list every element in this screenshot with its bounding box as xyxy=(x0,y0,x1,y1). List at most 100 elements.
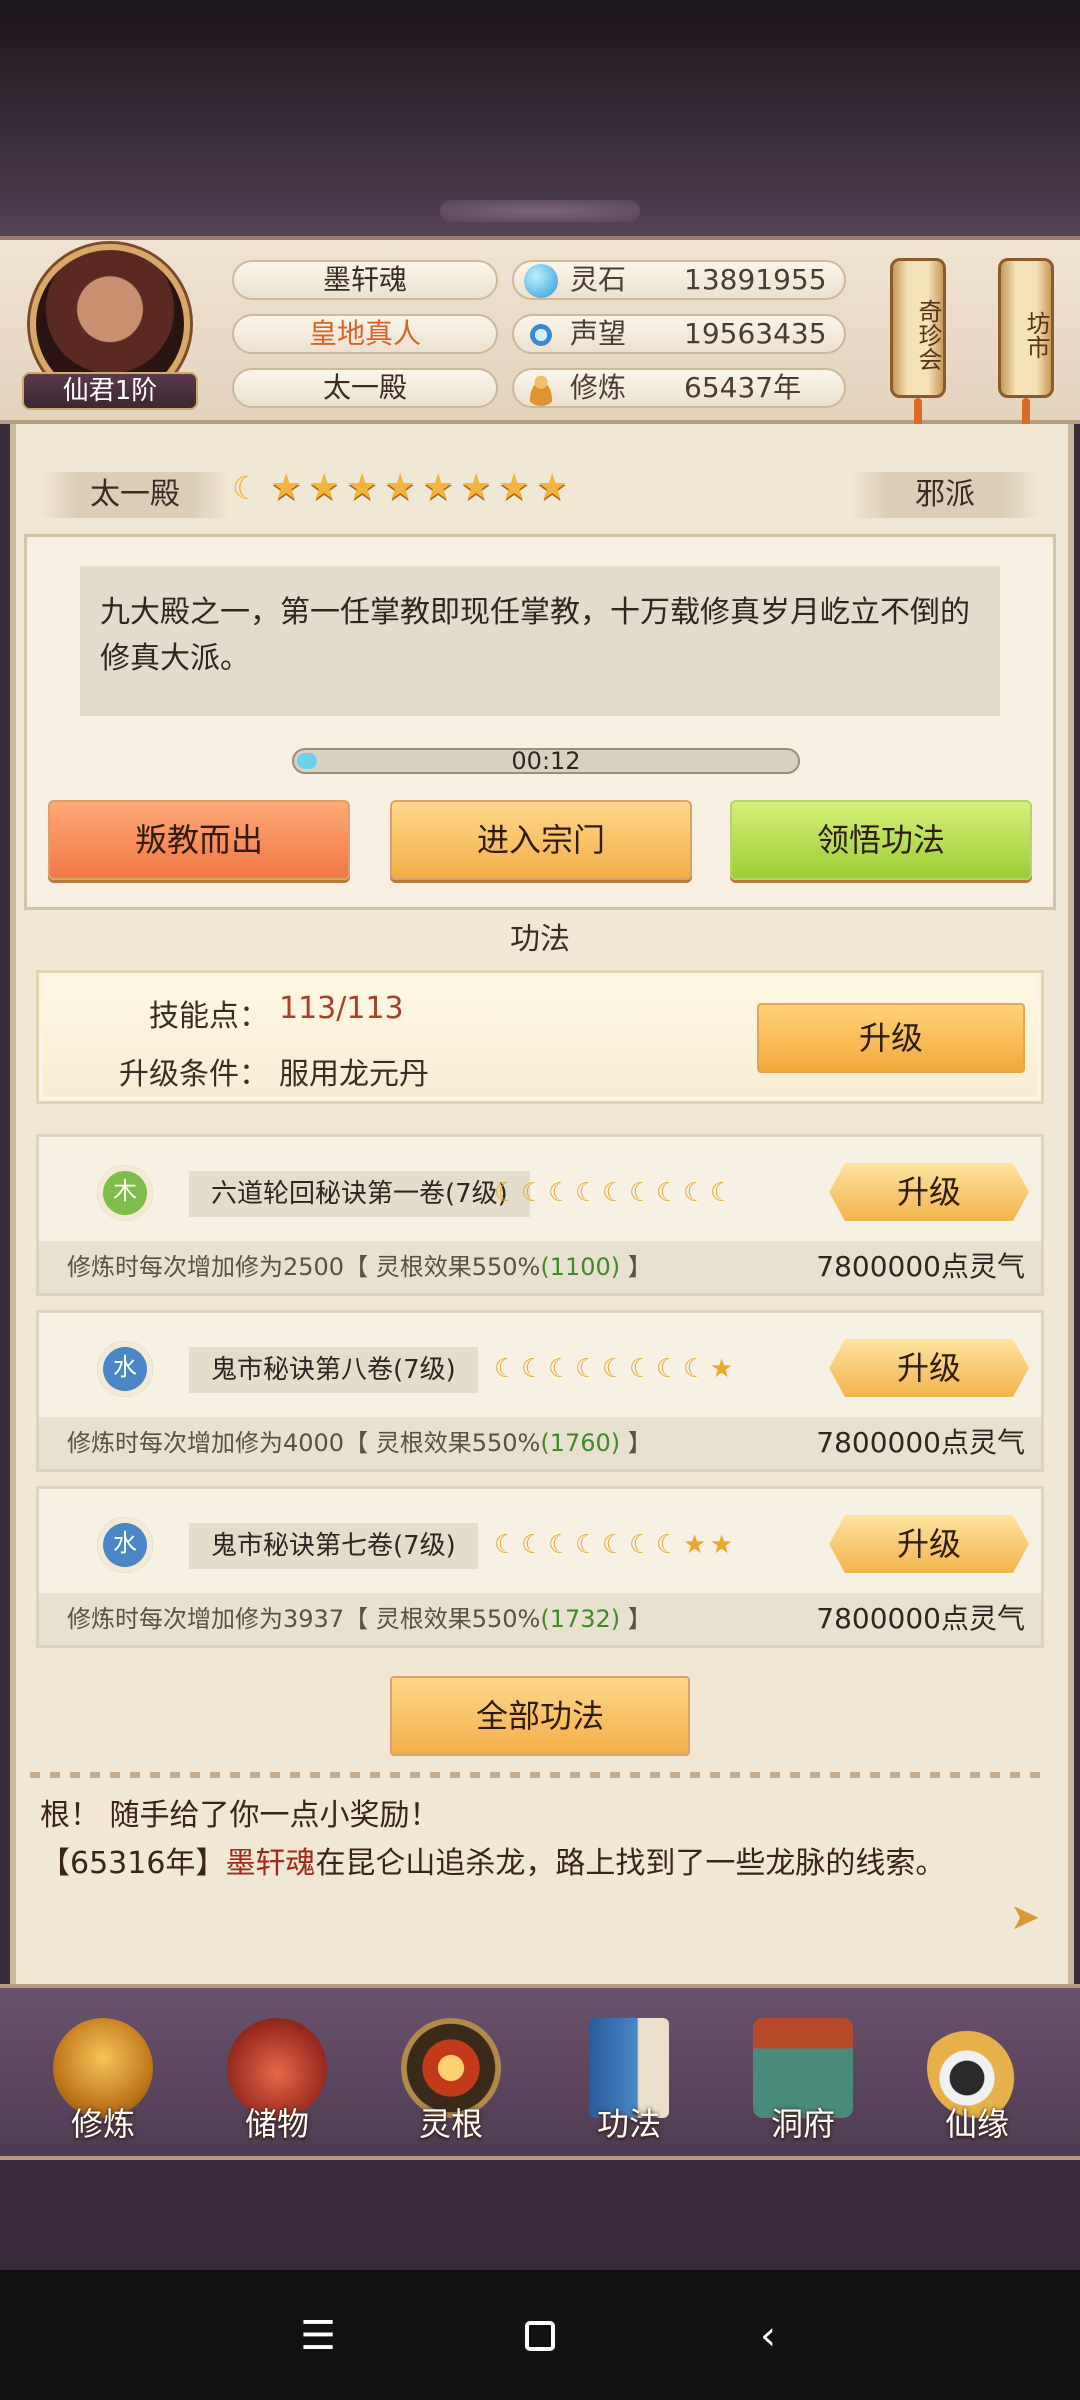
skill-rating: ☾ ☾ ☾ ☾ ☾ ☾ ☾ ★ ★ xyxy=(494,1525,737,1565)
moon-icon: ☾ xyxy=(521,1354,545,1384)
skill-upgrade-button[interactable]: 升级 xyxy=(829,1339,1029,1397)
effect-text: 修炼时每次增加修为3937【 灵根效果550% xyxy=(67,1605,541,1633)
nav-spirit-root[interactable]: 灵根 xyxy=(376,2000,526,2150)
moon-icon: ☾ xyxy=(656,1354,680,1384)
cultivation-stat: 修炼 65437年 xyxy=(512,368,846,408)
star-icon: ★ xyxy=(498,467,531,508)
moon-icon: ☾ xyxy=(602,1530,626,1560)
cultivation-icon xyxy=(524,372,558,406)
skill-points-label: 技能点： xyxy=(149,999,269,1034)
moon-icon: ☾ xyxy=(494,1178,518,1208)
skills-section-title: 功法 xyxy=(510,922,570,957)
skill-name: 六道轮回秘诀第一卷(7级) xyxy=(189,1171,530,1217)
effect-suffix: 】 xyxy=(620,1605,652,1633)
moon-icon: ☾ xyxy=(521,1530,545,1560)
player-title: 皇地真人 xyxy=(232,314,498,354)
moon-icon: ☾ xyxy=(575,1530,599,1560)
star-icon: ★ xyxy=(422,467,455,508)
destiny-icon xyxy=(927,2018,1027,2118)
skill-effect: 修炼时每次增加修为4000【 灵根效果550%(1760) 】 xyxy=(67,1417,652,1469)
player-name: 墨轩魂 xyxy=(232,260,498,300)
effect-suffix: 】 xyxy=(620,1429,652,1457)
bazaar-button[interactable]: 坊市 xyxy=(998,258,1054,398)
wood-element-icon: 木 xyxy=(97,1165,153,1221)
skill-rating: ☾ ☾ ☾ ☾ ☾ ☾ ☾ ☾ ★ xyxy=(494,1349,737,1389)
back-icon[interactable]: ‹ xyxy=(744,2312,792,2360)
stat-label: 修炼 xyxy=(570,371,627,404)
skill-effect-row: 修炼时每次增加修为2500【 灵根效果550%(1100) 】 7800000点… xyxy=(39,1241,1041,1293)
cultivate-icon xyxy=(53,2018,153,2118)
effect-bonus: (1760) xyxy=(540,1429,621,1457)
moon-icon: ☾ xyxy=(683,1178,707,1208)
water-element-icon: 水 xyxy=(97,1517,153,1573)
skill-effect: 修炼时每次增加修为3937【 灵根效果550%(1732) 】 xyxy=(67,1593,652,1645)
nav-cultivate[interactable]: 修炼 xyxy=(28,2000,178,2150)
stat-value: 19563435 xyxy=(684,317,827,350)
skill-card: 水 鬼市秘诀第八卷(7级) ☾ ☾ ☾ ☾ ☾ ☾ ☾ ☾ ★ 升级 修炼时每次增加修为4000… xyxy=(36,1310,1044,1472)
skill-upgrade-button[interactable]: 升级 xyxy=(829,1515,1029,1573)
skill-points-value: 113/113 xyxy=(279,991,404,1026)
nav-storage[interactable]: 储物 xyxy=(202,2000,352,2150)
moon-icon: ☾ xyxy=(548,1178,572,1208)
water-element-icon: 水 xyxy=(97,1341,153,1397)
treasure-market-button[interactable]: 奇珍会 xyxy=(890,258,946,398)
nav-label: 灵根 xyxy=(418,2105,483,2143)
skill-name: 鬼市秘诀第七卷(7级) xyxy=(189,1523,478,1569)
leave-sect-button[interactable]: 叛教而出 xyxy=(48,800,350,880)
nav-destiny[interactable]: 仙缘 xyxy=(902,2000,1052,2150)
cave-dwelling-icon xyxy=(753,2018,853,2118)
nav-background xyxy=(0,2160,1080,2270)
nav-skills[interactable]: 功法 xyxy=(554,2000,704,2150)
upgrade-condition-value: 服用龙元丹 xyxy=(279,1057,429,1092)
menu-icon[interactable]: ☰ xyxy=(294,2312,342,2360)
moon-icon: ☾ xyxy=(683,1354,707,1384)
moon-icon: ☾ xyxy=(710,1178,734,1208)
star-icon: ★ xyxy=(683,1530,707,1560)
spirit-stone-icon xyxy=(524,264,558,298)
star-icon: ★ xyxy=(346,467,379,508)
effect-text: 修炼时每次增加修为4000【 灵根效果550% xyxy=(67,1429,541,1457)
nav-label: 仙缘 xyxy=(944,2105,1009,2143)
home-icon[interactable] xyxy=(516,2312,564,2360)
skill-cost: 7800000点灵气 xyxy=(816,1602,1025,1635)
skill-points-box: 技能点： 113/113 升级条件： 服用龙元丹 升级 xyxy=(36,970,1044,1104)
all-skills-button[interactable]: 全部功法 xyxy=(390,1676,690,1756)
moon-icon: ☾ xyxy=(656,1530,680,1560)
moon-icon: ☾ xyxy=(575,1354,599,1384)
star-icon: ★ xyxy=(460,467,493,508)
ornamental-divider xyxy=(30,1772,1050,1778)
log-year: 【65316年】 xyxy=(40,1846,226,1881)
enter-sect-button[interactable]: 进入宗门 xyxy=(390,800,692,880)
moon-icon: ☾ xyxy=(232,469,261,507)
reputation-icon xyxy=(524,318,558,352)
nav-cave[interactable]: 洞府 xyxy=(728,2000,878,2150)
upgrade-button[interactable]: 升级 xyxy=(757,1003,1025,1073)
moon-icon: ☾ xyxy=(656,1178,680,1208)
log-next-arrow-icon[interactable]: ➤ xyxy=(1010,1898,1050,1938)
spirit-root-icon xyxy=(401,2018,501,2118)
stat-value: 13891955 xyxy=(684,263,827,296)
rank-badge: 仙君1阶 xyxy=(22,372,198,410)
stat-label: 声望 xyxy=(570,317,627,350)
moon-icon: ☾ xyxy=(521,1178,545,1208)
skill-card: 木 六道轮回秘诀第一卷(7级) ☾ ☾ ☾ ☾ ☾ ☾ ☾ ☾ ☾ 升级 修炼时每次增加修为25… xyxy=(36,1134,1044,1296)
star-icon: ★ xyxy=(536,467,569,508)
comprehend-skill-button[interactable]: 领悟功法 xyxy=(730,800,1032,880)
nav-label: 洞府 xyxy=(770,2105,835,2143)
skill-cost: 7800000点灵气 xyxy=(816,1250,1025,1283)
skill-rating: ☾ ☾ ☾ ☾ ☾ ☾ ☾ ☾ ☾ xyxy=(494,1173,737,1213)
moon-icon: ☾ xyxy=(575,1178,599,1208)
skill-book-icon xyxy=(589,2018,669,2118)
moon-icon: ☾ xyxy=(602,1354,626,1384)
stat-label: 灵石 xyxy=(570,263,627,296)
star-icon: ★ xyxy=(710,1530,734,1560)
skill-card: 水 鬼市秘诀第七卷(7级) ☾ ☾ ☾ ☾ ☾ ☾ ☾ ★ ★ 升级 修炼时每次增加修为3937… xyxy=(36,1486,1044,1648)
skill-name: 鬼市秘诀第八卷(7级) xyxy=(189,1347,478,1393)
moon-icon: ☾ xyxy=(548,1530,572,1560)
moon-icon: ☾ xyxy=(629,1354,653,1384)
sect-rating: ☾ ★ ★ ★ ★ ★ ★ ★ ★ xyxy=(232,470,592,514)
top-ornament xyxy=(440,200,640,222)
effect-bonus: (1100) xyxy=(540,1253,621,1281)
log-line: 【65316年】墨轩魂在昆仑山追杀龙，路上找到了一些龙脉的线索。 xyxy=(40,1844,945,1884)
skill-upgrade-button[interactable]: 升级 xyxy=(829,1163,1029,1221)
